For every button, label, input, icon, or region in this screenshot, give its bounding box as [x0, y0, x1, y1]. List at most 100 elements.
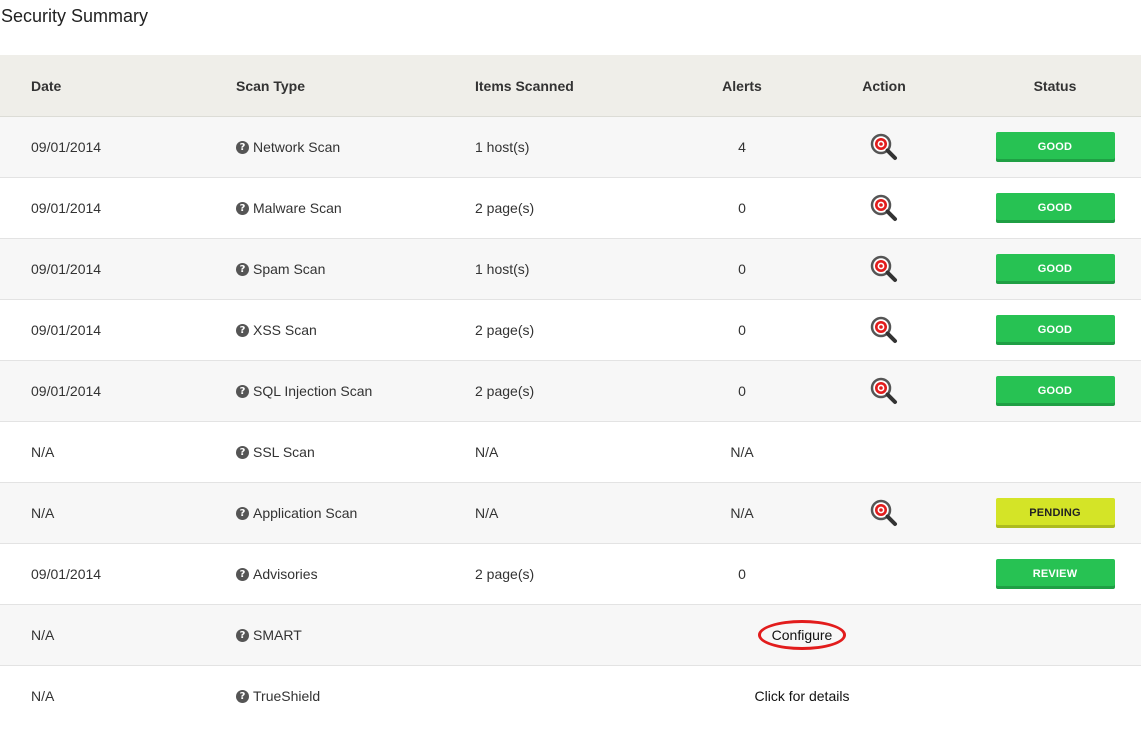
- scan-type-label: SMART: [253, 627, 302, 643]
- status-good-button[interactable]: GOOD: [995, 132, 1115, 162]
- table-row: 09/01/2014 ? Spam Scan 1 host(s) 0 GOOD: [0, 239, 1141, 300]
- status-cell: PENDING: [985, 483, 1125, 543]
- scan-type-cell: ? SMART: [236, 605, 302, 665]
- alerts-cell: N/A: [730, 505, 754, 521]
- date-cell: 09/01/2014: [31, 383, 102, 399]
- security-summary-table: Date Scan Type Items Scanned Alerts Acti…: [0, 55, 1141, 726]
- scan-type-cell: ? SSL Scan: [236, 422, 315, 482]
- alerts-cell: 0: [738, 566, 746, 582]
- table-row: 09/01/2014 ? Advisories 2 page(s) 0 REVI…: [0, 544, 1141, 605]
- scan-type-label: SQL Injection Scan: [253, 383, 373, 399]
- status-good-button[interactable]: GOOD: [995, 376, 1115, 406]
- scan-type-label: Network Scan: [253, 139, 341, 155]
- status-good-button[interactable]: GOOD: [995, 254, 1115, 284]
- date-cell: 09/01/2014: [31, 322, 102, 338]
- column-header-scan-type: Scan Type: [236, 77, 305, 94]
- question-circle-icon[interactable]: ?: [236, 445, 249, 459]
- alerts-cell: 0: [738, 261, 746, 277]
- scan-type-cell: ? Spam Scan: [236, 239, 325, 299]
- question-circle-icon[interactable]: ?: [236, 140, 249, 154]
- column-header-status: Status: [1033, 77, 1077, 94]
- column-header-action: Action: [862, 77, 906, 94]
- action-cell: [834, 300, 934, 360]
- magnifier-target-icon[interactable]: [870, 194, 898, 222]
- table-row: 09/01/2014 ? XSS Scan 2 page(s) 0 GOOD: [0, 300, 1141, 361]
- alerts-cell: 0: [738, 383, 746, 399]
- scan-type-cell: ? Application Scan: [236, 483, 357, 543]
- question-circle-icon[interactable]: ?: [236, 567, 249, 581]
- status-cell: GOOD: [985, 300, 1125, 360]
- magnifier-target-icon[interactable]: [870, 377, 898, 405]
- action-cell: [834, 483, 934, 543]
- status-pending-button[interactable]: PENDING: [995, 498, 1115, 528]
- status-cell: GOOD: [985, 361, 1125, 421]
- click-for-details-link[interactable]: Click for details: [755, 688, 850, 704]
- status-cell: GOOD: [985, 239, 1125, 299]
- scan-type-label: Malware Scan: [253, 200, 342, 216]
- alerts-cell: N/A: [730, 444, 754, 460]
- date-cell: N/A: [31, 627, 55, 643]
- scan-type-cell: ? TrueShield: [236, 666, 320, 726]
- configure-link[interactable]: Configure: [757, 620, 847, 650]
- scan-type-cell: ? XSS Scan: [236, 300, 317, 360]
- magnifier-target-icon[interactable]: [870, 255, 898, 283]
- status-review-button[interactable]: REVIEW: [995, 559, 1115, 589]
- items-scanned-cell: 2 page(s): [475, 322, 535, 338]
- table-row: 09/01/2014 ? SQL Injection Scan 2 page(s…: [0, 361, 1141, 422]
- date-cell: N/A: [31, 444, 55, 460]
- status-cell: GOOD: [985, 117, 1125, 177]
- question-circle-icon[interactable]: ?: [236, 506, 249, 520]
- action-cell: [834, 117, 934, 177]
- column-header-alerts: Alerts: [722, 77, 762, 94]
- question-circle-icon[interactable]: ?: [236, 628, 249, 642]
- date-cell: 09/01/2014: [31, 261, 102, 277]
- items-scanned-cell: 2 page(s): [475, 383, 535, 399]
- page-title: Security Summary: [1, 6, 149, 26]
- scan-type-cell: ? Network Scan: [236, 117, 340, 177]
- table-row: N/A ? SSL Scan N/A N/A: [0, 422, 1141, 483]
- table-row: N/A ? Application Scan N/A N/A PENDING: [0, 483, 1141, 544]
- magnifier-target-icon[interactable]: [870, 133, 898, 161]
- table-row: N/A ? TrueShield Click for details: [0, 666, 1141, 726]
- table-row: 09/01/2014 ? Malware Scan 2 page(s) 0 GO…: [0, 178, 1141, 239]
- scan-type-label: TrueShield: [253, 688, 321, 704]
- question-circle-icon[interactable]: ?: [236, 262, 249, 276]
- magnifier-target-icon[interactable]: [870, 316, 898, 344]
- scan-type-cell: ? Advisories: [236, 544, 318, 604]
- alerts-cell: 0: [738, 322, 746, 338]
- alerts-cell: 0: [738, 200, 746, 216]
- scan-type-label: Spam Scan: [253, 261, 326, 277]
- question-circle-icon[interactable]: ?: [236, 384, 249, 398]
- status-good-button[interactable]: GOOD: [995, 315, 1115, 345]
- action-cell: [834, 361, 934, 421]
- status-good-button[interactable]: GOOD: [995, 193, 1115, 223]
- column-header-items-scanned: Items Scanned: [475, 77, 574, 94]
- configure-cell: Configure: [702, 605, 902, 665]
- items-scanned-cell: 1 host(s): [475, 261, 530, 277]
- items-scanned-cell: 2 page(s): [475, 566, 535, 582]
- table-header: Date Scan Type Items Scanned Alerts Acti…: [0, 55, 1141, 117]
- date-cell: 09/01/2014: [31, 139, 102, 155]
- magnifier-target-icon[interactable]: [870, 499, 898, 527]
- question-circle-icon[interactable]: ?: [236, 201, 249, 215]
- details-cell: Click for details: [702, 666, 902, 726]
- scan-type-cell: ? Malware Scan: [236, 178, 342, 238]
- scan-type-label: Advisories: [253, 566, 318, 582]
- action-cell: [834, 239, 934, 299]
- status-cell: REVIEW: [985, 544, 1125, 604]
- table-row: N/A ? SMART Configure: [0, 605, 1141, 666]
- status-cell: GOOD: [985, 178, 1125, 238]
- items-scanned-cell: 2 page(s): [475, 200, 535, 216]
- items-scanned-cell: N/A: [475, 444, 499, 460]
- scan-type-label: SSL Scan: [253, 444, 315, 460]
- scan-type-label: Application Scan: [253, 505, 358, 521]
- date-cell: N/A: [31, 505, 55, 521]
- date-cell: N/A: [31, 688, 55, 704]
- question-circle-icon[interactable]: ?: [236, 689, 249, 703]
- date-cell: 09/01/2014: [31, 566, 102, 582]
- scan-type-label: XSS Scan: [253, 322, 317, 338]
- question-circle-icon[interactable]: ?: [236, 323, 249, 337]
- scan-type-cell: ? SQL Injection Scan: [236, 361, 372, 421]
- items-scanned-cell: 1 host(s): [475, 139, 530, 155]
- date-cell: 09/01/2014: [31, 200, 102, 216]
